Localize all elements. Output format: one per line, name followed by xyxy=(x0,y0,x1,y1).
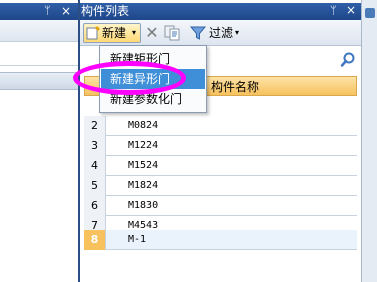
annotation-ring xyxy=(73,61,186,95)
component-list-panel: 构件列表 ᛘ × 新建 ▾ ✕ 过滤 ▾ 构件名称 2 M0824 3 M122… xyxy=(80,0,361,282)
chevron-down-icon: ▾ xyxy=(132,28,137,37)
row-number: 5 xyxy=(84,176,106,196)
delete-icon[interactable]: ✕ xyxy=(144,24,160,42)
left-panel-table-header xyxy=(0,72,78,90)
new-button-label: 新建 xyxy=(102,26,127,40)
row-number: 2 xyxy=(84,116,106,136)
table-row[interactable]: 3 M1224 xyxy=(84,136,357,156)
table-row[interactable]: 5 M1824 xyxy=(84,176,357,196)
left-panel: ᛘ × xyxy=(0,0,78,282)
table-row-selected[interactable]: 8 M-1 xyxy=(84,230,357,250)
filter-icon[interactable] xyxy=(190,25,206,41)
component-name: M1824 xyxy=(128,180,159,191)
row-number: 4 xyxy=(84,156,106,176)
column-header-name[interactable]: 构件名称 xyxy=(211,79,259,95)
filter-label[interactable]: 过滤 xyxy=(209,25,233,41)
row-number: 8 xyxy=(84,230,106,250)
table-row[interactable]: 6 M1830 xyxy=(84,196,357,216)
right-edge-panel xyxy=(361,0,377,282)
left-panel-titlebar: ᛘ × xyxy=(0,3,78,20)
close-icon[interactable]: × xyxy=(61,4,73,18)
component-name: M1224 xyxy=(128,140,159,151)
panel-titlebar: 构件列表 ᛘ × xyxy=(80,3,361,20)
component-name: M0824 xyxy=(128,120,159,131)
component-name: M1524 xyxy=(128,160,159,171)
table-row[interactable]: 2 M0824 xyxy=(84,116,357,136)
chevron-down-icon[interactable]: ▾ xyxy=(235,25,239,41)
search-icon[interactable] xyxy=(339,51,357,69)
search-input[interactable] xyxy=(208,50,338,70)
new-icon xyxy=(86,26,100,40)
copy-icon[interactable] xyxy=(164,25,182,41)
table-row[interactable]: 4 M1524 xyxy=(84,156,357,176)
close-icon[interactable]: × xyxy=(346,3,356,18)
left-panel-field[interactable] xyxy=(0,44,78,66)
component-name: M1830 xyxy=(128,200,159,211)
component-name: M-1 xyxy=(128,234,147,245)
pin-icon[interactable]: ᛘ xyxy=(44,4,56,18)
pin-icon[interactable]: ᛘ xyxy=(330,4,337,18)
row-number: 6 xyxy=(84,196,106,216)
row-number: 3 xyxy=(84,136,106,156)
panel-handle-icon[interactable] xyxy=(365,8,375,18)
left-panel-toolbar xyxy=(0,20,78,42)
panel-title: 构件列表 xyxy=(81,4,130,18)
panel-toolbar: 新建 ▾ ✕ 过滤 ▾ xyxy=(80,20,361,46)
new-button[interactable]: 新建 ▾ xyxy=(83,23,141,43)
